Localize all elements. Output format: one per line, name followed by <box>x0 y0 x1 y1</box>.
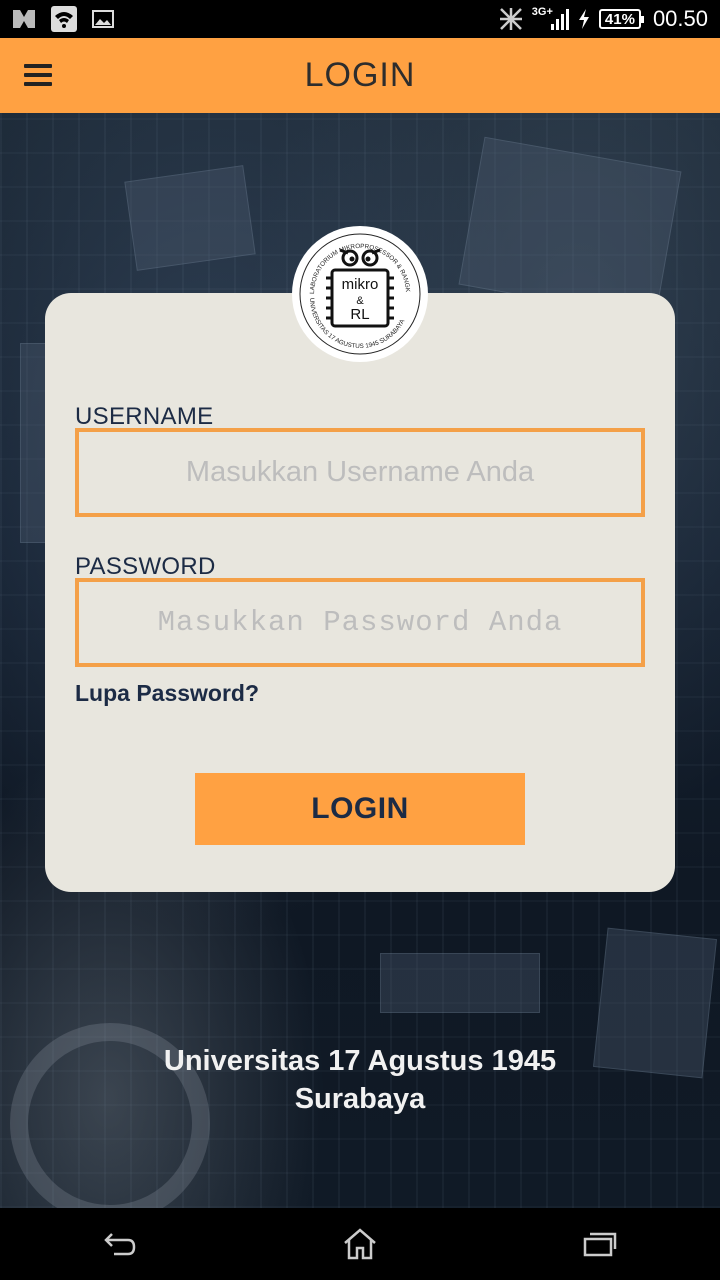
home-icon[interactable] <box>315 1214 405 1274</box>
username-label: USERNAME <box>75 403 214 430</box>
password-input[interactable] <box>79 582 641 663</box>
signal-icon <box>550 8 569 30</box>
status-right-icons: 3G+ 41% 00.50 <box>498 6 708 32</box>
login-button[interactable]: LOGIN <box>195 773 525 845</box>
hamburger-menu-icon[interactable] <box>24 64 52 86</box>
notification-app-icon <box>12 8 36 30</box>
app-bar: LOGIN <box>0 38 720 113</box>
university-name: Universitas 17 Agustus 1945 <box>163 1045 557 1077</box>
username-field <box>75 428 645 517</box>
logo-text-rl: RL <box>350 306 369 323</box>
charging-icon <box>577 8 591 30</box>
recents-icon[interactable] <box>555 1214 645 1274</box>
status-bar: 3G+ 41% 00.50 <box>0 0 720 38</box>
username-input[interactable] <box>79 432 641 513</box>
logo-text-mikro: mikro <box>342 276 379 293</box>
nfc-off-icon <box>498 6 524 32</box>
status-left-icons <box>12 5 114 33</box>
network-type-label: 3G+ <box>531 6 553 18</box>
city-name: Surabaya <box>294 1083 426 1115</box>
password-field <box>75 578 645 667</box>
system-nav-bar <box>0 1208 720 1280</box>
clock: 00.50 <box>652 6 708 31</box>
battery-indicator: 41% <box>598 9 644 29</box>
back-icon[interactable] <box>75 1214 165 1274</box>
password-label: PASSWORD <box>75 553 216 580</box>
lab-logo: LABORATORIUM MIKROPROSESSOR & RANGKAIAN … <box>292 226 428 362</box>
page-title: LOGIN <box>304 56 416 94</box>
wifi-icon <box>50 5 78 33</box>
forgot-password-link[interactable]: Lupa Password? <box>75 680 259 707</box>
image-icon <box>92 9 114 29</box>
